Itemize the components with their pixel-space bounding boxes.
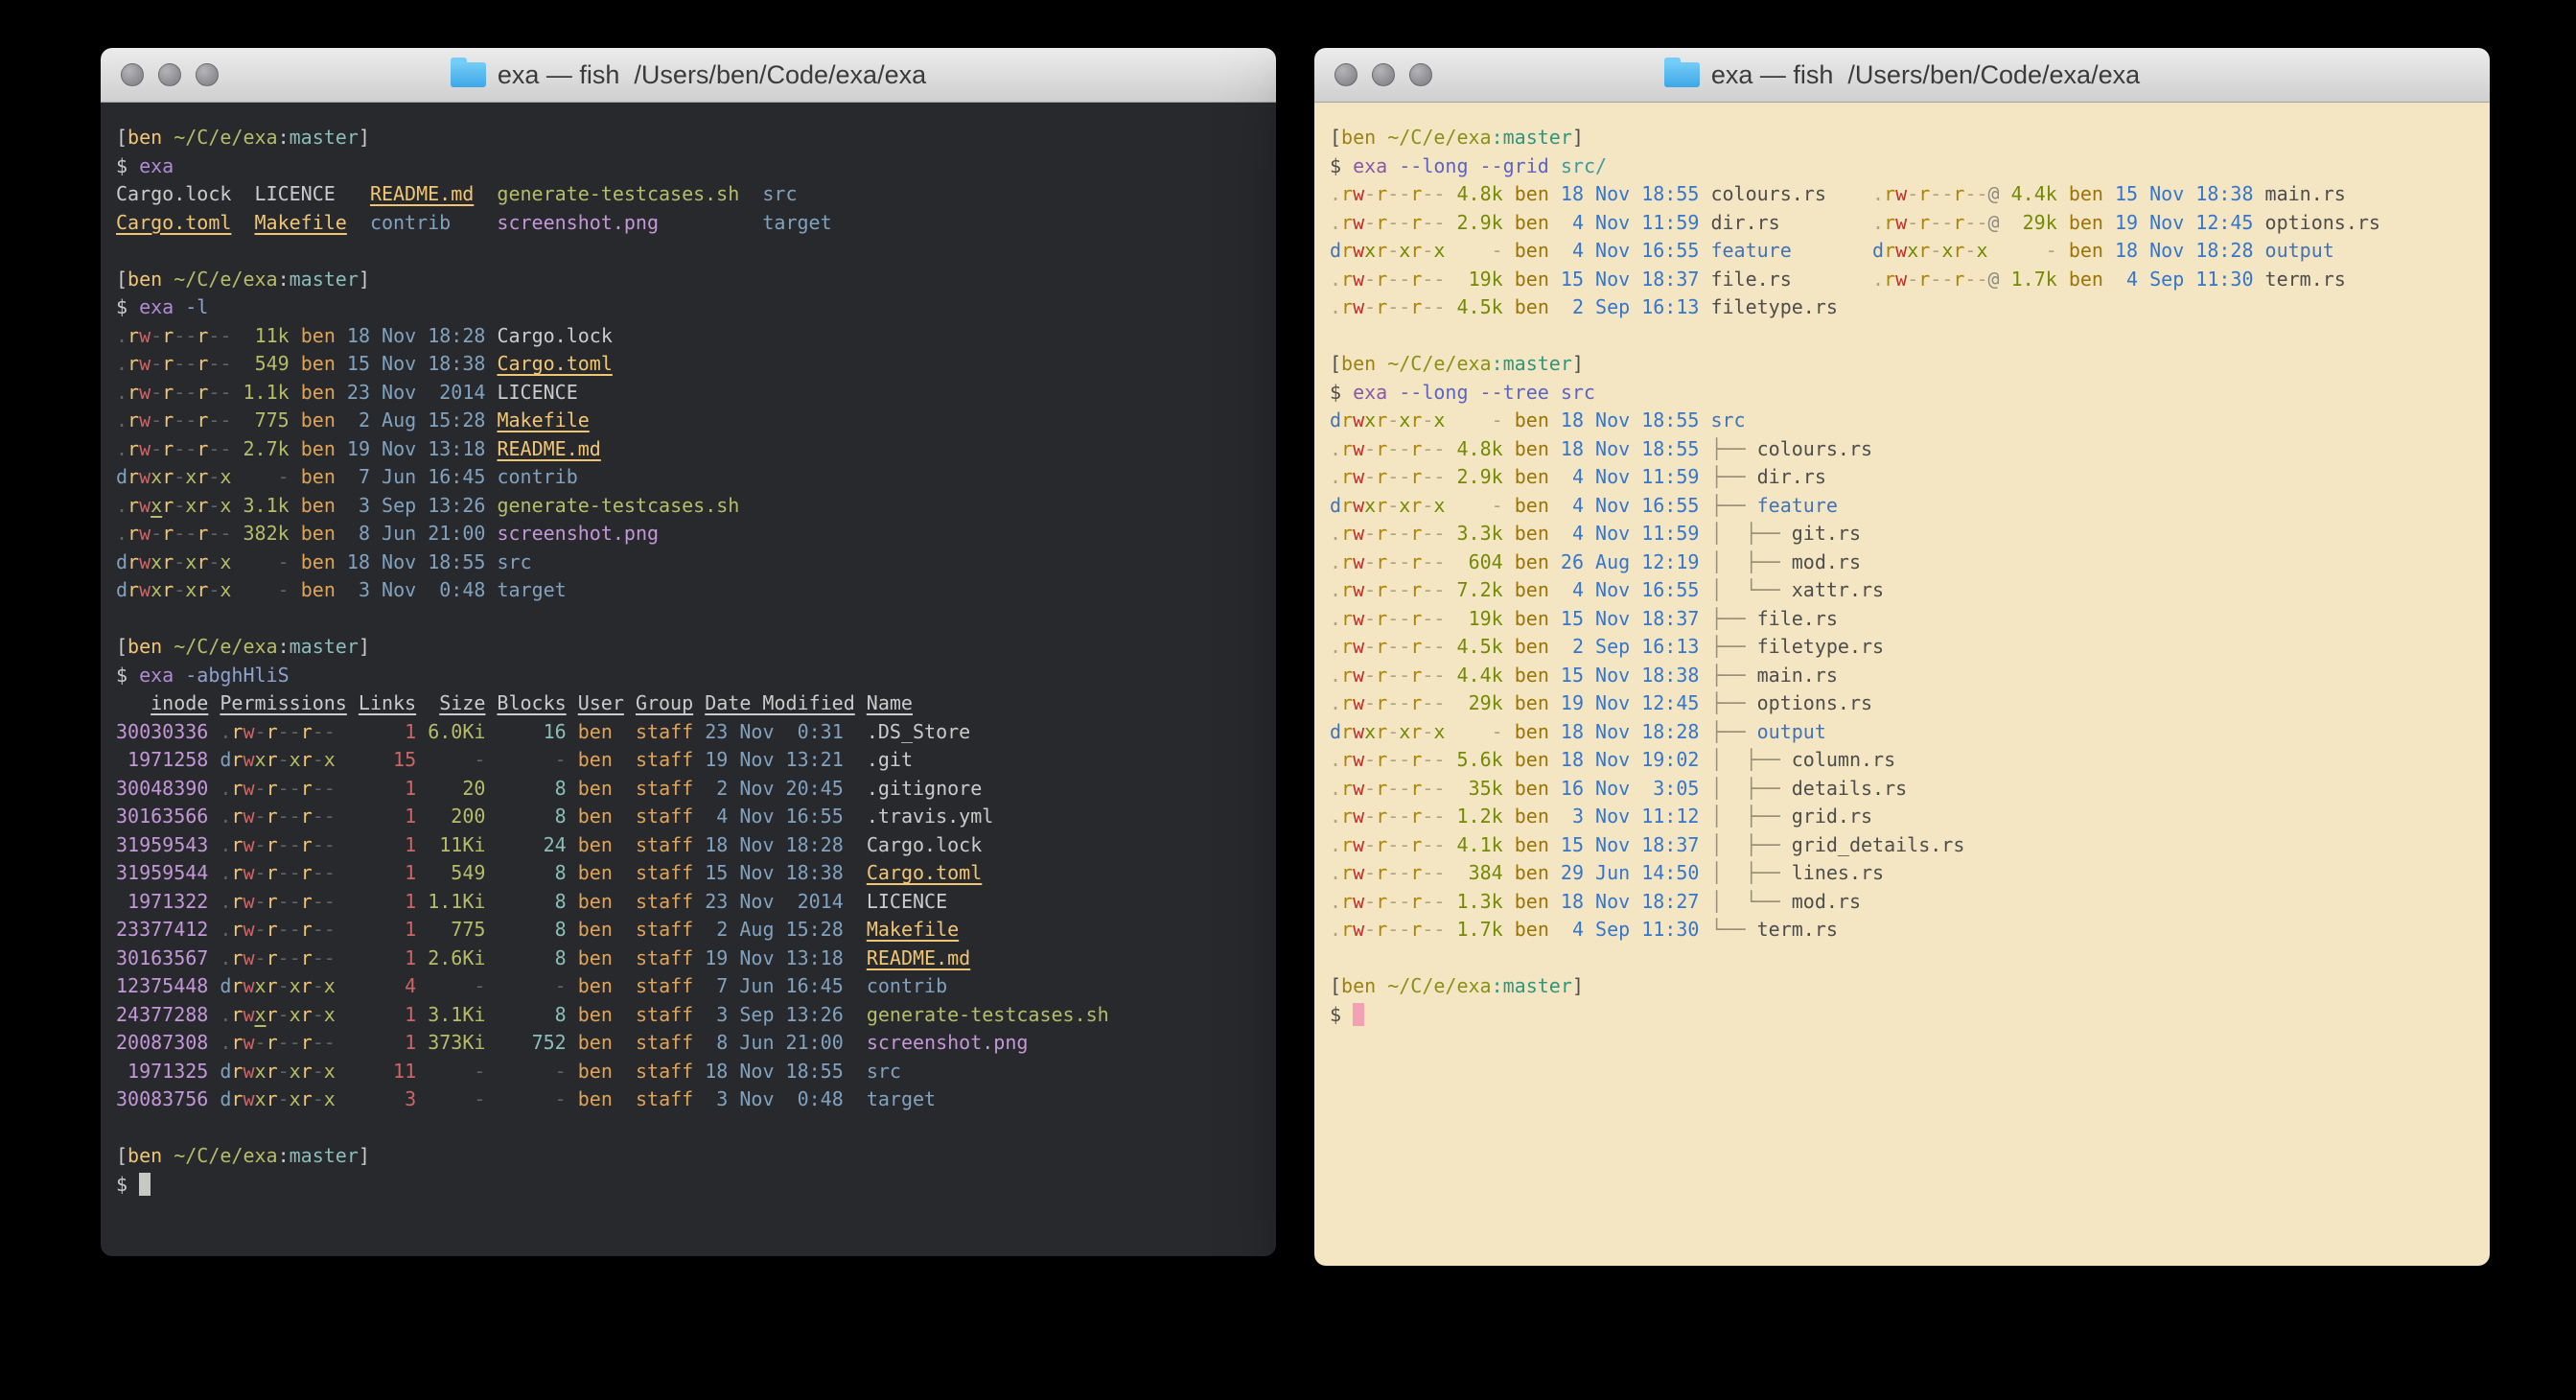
terminal-line: 1971325 drwxr-xr-x 11 - - ben staff 18 N…: [116, 1058, 1261, 1086]
left-terminal-output[interactable]: [ben ~/C/e/exa:master]$ exaCargo.lock LI…: [101, 103, 1276, 1256]
close-button[interactable]: [121, 63, 144, 86]
terminal-line: $ exa --long --grid src/: [1330, 152, 2474, 181]
terminal-line: drwxr-xr-x - ben 7 Jun 16:45 contrib: [116, 463, 1261, 492]
terminal-line: drwxr-xr-x - ben 3 Nov 0:48 target: [116, 576, 1261, 605]
terminal-line: [ben ~/C/e/exa:master]: [116, 124, 1261, 152]
terminal-line: Cargo.toml Makefile contrib screenshot.p…: [116, 209, 1261, 238]
terminal-line: .rw-r--r-- 1.7k ben 4 Sep 11:30 └── term…: [1330, 916, 2474, 945]
terminal-line: $ exa -abghHliS: [116, 662, 1261, 690]
right-titlebar[interactable]: exa — fish /Users/ben/Code/exa/exa: [1314, 48, 2490, 103]
terminal-line: 31959543 .rw-r--r-- 1 11Ki 24 ben staff …: [116, 831, 1261, 860]
terminal-line: 1971322 .rw-r--r-- 1 1.1Ki 8 ben staff 2…: [116, 888, 1261, 917]
terminal-line: 20087308 .rw-r--r-- 1 373Ki 752 ben staf…: [116, 1029, 1261, 1058]
terminal-line: $ exa -l: [116, 293, 1261, 322]
terminal-line: drwxr-xr-x - ben 4 Nov 16:55 ├── feature: [1330, 492, 2474, 521]
folder-icon: [1664, 62, 1700, 87]
terminal-line: .rw-r--r-- 4.5k ben 2 Sep 16:13 ├── file…: [1330, 633, 2474, 662]
terminal-line: .rw-r--r-- 19k ben 15 Nov 18:37 file.rs …: [1330, 266, 2474, 294]
terminal-line: .rw-r--r-- 2.9k ben 4 Nov 11:59 dir.rs .…: [1330, 209, 2474, 238]
terminal-line: 30048390 .rw-r--r-- 1 20 8 ben staff 2 N…: [116, 775, 1261, 804]
cursor-block: [1353, 1003, 1364, 1026]
cursor-block: [139, 1173, 151, 1196]
terminal-line: 24377288 .rwxr-xr-x 1 3.1Ki 8 ben staff …: [116, 1001, 1261, 1030]
terminal-line: .rw-r--r-- 604 ben 26 Aug 12:19 │ ├── mo…: [1330, 548, 2474, 577]
terminal-line: 30163567 .rw-r--r-- 1 2.6Ki 8 ben staff …: [116, 945, 1261, 973]
terminal-line: [ben ~/C/e/exa:master]: [116, 633, 1261, 662]
terminal-line: 12375448 drwxr-xr-x 4 - - ben staff 7 Ju…: [116, 972, 1261, 1001]
terminal-line: $ exa --long --tree src: [1330, 379, 2474, 408]
window-title-text: exa — fish /Users/ben/Code/exa/exa: [1711, 60, 2140, 90]
terminal-line: .rw-r--r-- 3.3k ben 4 Nov 11:59 │ ├── gi…: [1330, 520, 2474, 548]
window-title: exa — fish /Users/ben/Code/exa/exa: [1664, 60, 2140, 90]
terminal-line: .rw-r--r-- 7.2k ben 4 Nov 16:55 │ └── xa…: [1330, 576, 2474, 605]
terminal-line: .rw-r--r-- 4.4k ben 15 Nov 18:38 ├── mai…: [1330, 662, 2474, 690]
minimize-button[interactable]: [1372, 63, 1395, 86]
terminal-line: [1330, 322, 2474, 351]
close-button[interactable]: [1334, 63, 1358, 86]
terminal-line: drwxr-xr-x - ben 18 Nov 18:55 src: [1330, 407, 2474, 435]
terminal-line: .rw-r--r-- 382k ben 8 Jun 21:00 screensh…: [116, 520, 1261, 548]
terminal-line: [1330, 945, 2474, 973]
right-terminal-output[interactable]: [ben ~/C/e/exa:master]$ exa --long --gri…: [1314, 103, 2490, 1266]
terminal-line: $: [116, 1171, 1261, 1200]
folder-icon: [451, 62, 486, 87]
terminal-line: 30083756 drwxr-xr-x 3 - - ben staff 3 No…: [116, 1085, 1261, 1114]
terminal-line: inode Permissions Links Size Blocks User…: [116, 689, 1261, 718]
window-title-text: exa — fish /Users/ben/Code/exa/exa: [498, 60, 926, 90]
terminal-line: .rw-r--r-- 1.3k ben 18 Nov 18:27 │ └── m…: [1330, 888, 2474, 917]
terminal-line: 1971258 drwxr-xr-x 15 - - ben staff 19 N…: [116, 746, 1261, 775]
terminal-line: .rw-r--r-- 35k ben 16 Nov 3:05 │ ├── det…: [1330, 775, 2474, 804]
zoom-button[interactable]: [1409, 63, 1432, 86]
terminal-line: 31959544 .rw-r--r-- 1 549 8 ben staff 15…: [116, 859, 1261, 888]
terminal-line: .rw-r--r-- 549 ben 15 Nov 18:38 Cargo.to…: [116, 350, 1261, 379]
terminal-line: .rw-r--r-- 11k ben 18 Nov 18:28 Cargo.lo…: [116, 322, 1261, 351]
terminal-line: .rwxr-xr-x 3.1k ben 3 Sep 13:26 generate…: [116, 492, 1261, 521]
terminal-line: [116, 1114, 1261, 1143]
terminal-line: [ben ~/C/e/exa:master]: [1330, 350, 2474, 379]
terminal-line: .rw-r--r-- 4.5k ben 2 Sep 16:13 filetype…: [1330, 293, 2474, 322]
window-title: exa — fish /Users/ben/Code/exa/exa: [451, 60, 926, 90]
traffic-lights: [1334, 63, 1432, 86]
terminal-line: [ben ~/C/e/exa:master]: [116, 266, 1261, 294]
terminal-line: [ben ~/C/e/exa:master]: [116, 1142, 1261, 1171]
terminal-line: .rw-r--r-- 2.9k ben 4 Nov 11:59 ├── dir.…: [1330, 463, 2474, 492]
terminal-line: .rw-r--r-- 4.1k ben 15 Nov 18:37 │ ├── g…: [1330, 831, 2474, 860]
terminal-line: .rw-r--r-- 1.1k ben 23 Nov 2014 LICENCE: [116, 379, 1261, 408]
minimize-button[interactable]: [158, 63, 181, 86]
terminal-line: drwxr-xr-x - ben 18 Nov 18:55 src: [116, 548, 1261, 577]
terminal-line: 23377412 .rw-r--r-- 1 775 8 ben staff 2 …: [116, 916, 1261, 945]
terminal-line: $: [1330, 1001, 2474, 1030]
terminal-line: .rw-r--r-- 29k ben 19 Nov 12:45 ├── opti…: [1330, 689, 2474, 718]
terminal-line: Cargo.lock LICENCE README.md generate-te…: [116, 180, 1261, 209]
terminal-line: drwxr-xr-x - ben 4 Nov 16:55 feature drw…: [1330, 237, 2474, 266]
left-terminal-window: exa — fish /Users/ben/Code/exa/exa [ben …: [101, 48, 1276, 1256]
terminal-line: .rw-r--r-- 4.8k ben 18 Nov 18:55 ├── col…: [1330, 435, 2474, 464]
terminal-line: .rw-r--r-- 1.2k ben 3 Nov 11:12 │ ├── gr…: [1330, 803, 2474, 831]
terminal-line: [ben ~/C/e/exa:master]: [1330, 124, 2474, 152]
terminal-line: [116, 605, 1261, 634]
terminal-line: .rw-r--r-- 775 ben 2 Aug 15:28 Makefile: [116, 407, 1261, 435]
traffic-lights: [121, 63, 219, 86]
desktop-background: { "window_title": "exa — fish /Users/ben…: [0, 0, 2576, 1400]
terminal-line: .rw-r--r-- 2.7k ben 19 Nov 13:18 README.…: [116, 435, 1261, 464]
terminal-line: [116, 237, 1261, 266]
terminal-line: 30030336 .rw-r--r-- 1 6.0Ki 16 ben staff…: [116, 718, 1261, 747]
right-terminal-window: exa — fish /Users/ben/Code/exa/exa [ben …: [1314, 48, 2490, 1266]
terminal-line: 30163566 .rw-r--r-- 1 200 8 ben staff 4 …: [116, 803, 1261, 831]
terminal-line: drwxr-xr-x - ben 18 Nov 18:28 ├── output: [1330, 718, 2474, 747]
terminal-line: .rw-r--r-- 384 ben 29 Jun 14:50 │ ├── li…: [1330, 859, 2474, 888]
left-titlebar[interactable]: exa — fish /Users/ben/Code/exa/exa: [101, 48, 1276, 103]
terminal-line: [ben ~/C/e/exa:master]: [1330, 972, 2474, 1001]
terminal-line: .rw-r--r-- 5.6k ben 18 Nov 19:02 │ ├── c…: [1330, 746, 2474, 775]
zoom-button[interactable]: [196, 63, 219, 86]
terminal-line: $ exa: [116, 152, 1261, 181]
terminal-line: .rw-r--r-- 4.8k ben 18 Nov 18:55 colours…: [1330, 180, 2474, 209]
terminal-line: .rw-r--r-- 19k ben 15 Nov 18:37 ├── file…: [1330, 605, 2474, 634]
